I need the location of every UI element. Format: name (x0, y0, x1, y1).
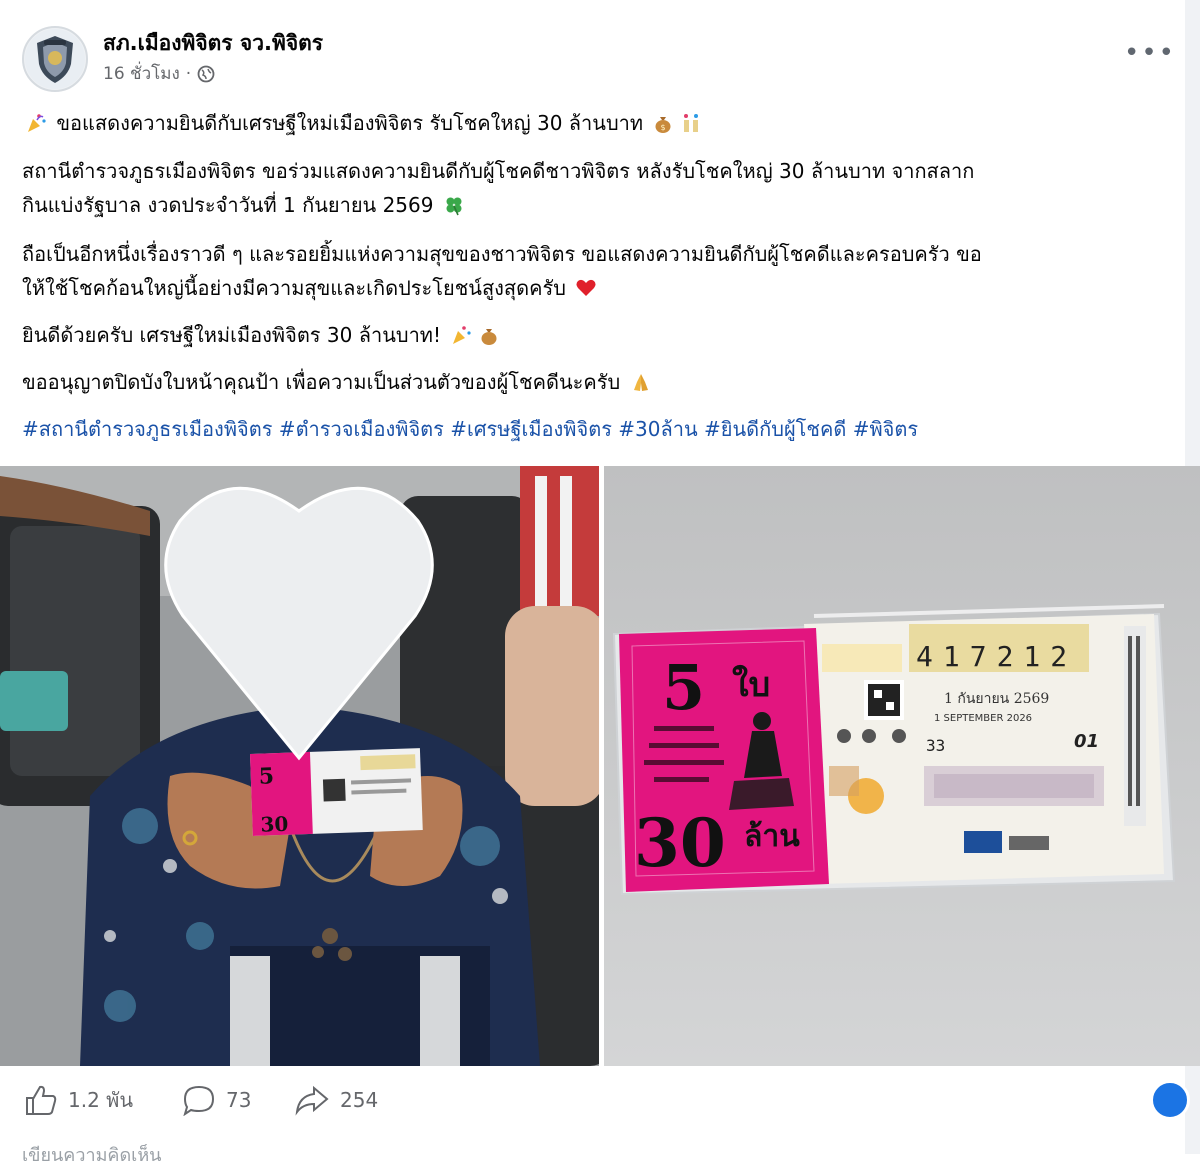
winner-photo-illustration: 5 30 (0, 466, 599, 1066)
party-popper-icon (453, 326, 471, 344)
congrats-text: ยินดีด้วยครับ เศรษฐีใหม่เมืองพิจิตร 30 ล… (22, 323, 441, 347)
money-bag-icon (481, 329, 497, 345)
comment-button[interactable]: 73 (182, 1082, 251, 1118)
small-ticket-prize: 30 (260, 812, 289, 837)
money-bag-icon: $ (655, 117, 671, 133)
tickets-photo-illustration: 5 ใบ 30 ล้าน 417212 1 กันยายน 2569 1 SEP… (604, 466, 1200, 1066)
share-count: 254 (340, 1088, 379, 1112)
ticket-count-unit: ใบ (732, 664, 770, 705)
more-options-icon[interactable]: ••• (1124, 38, 1174, 68)
svg-text:$: $ (661, 123, 666, 132)
photo-lottery-winner[interactable]: 5 30 (0, 466, 599, 1066)
four-leaf-clover-icon (446, 197, 462, 216)
comment-count: 73 (226, 1088, 252, 1112)
police-badge-icon (25, 29, 85, 89)
ticket-prize-amount: 30 (634, 804, 726, 882)
privacy-line: ขออนุญาตปิดบังใบหน้าคุณป้า เพื่อความเป็น… (22, 365, 1170, 399)
paragraph-2-line-2: ให้ใช้โชคก้อนใหญ่นี้อย่างมีความสุขและเกิ… (22, 271, 1170, 305)
like-count: 1.2 พัน (68, 1088, 134, 1112)
photo-lottery-tickets[interactable]: 5 ใบ 30 ล้าน 417212 1 กันยายน 2569 1 SEP… (604, 466, 1200, 1066)
paragraph-2-text: ให้ใช้โชคก้อนใหญ่นี้อย่างมีความสุขและเกิ… (22, 276, 566, 300)
like-button[interactable]: 1.2 พัน (24, 1082, 133, 1118)
reaction-corner-icon[interactable] (1150, 1080, 1190, 1120)
party-popper-icon (28, 114, 46, 132)
hashtags[interactable]: #สถานีตำรวจภูธรเมืองพิจิตร #ตำรวจเมืองพิ… (22, 412, 1170, 446)
globe-icon (197, 65, 215, 82)
privacy-note: ขออนุญาตปิดบังใบหน้าคุณป้า เพื่อความเป็น… (22, 370, 621, 394)
ticket-prize-unit: ล้าน (744, 819, 800, 854)
ticket-period-number: 01 (1074, 731, 1099, 752)
page-avatar[interactable] (22, 26, 88, 92)
paragraph-2-line-1: ถือเป็นอีกหนึ่งเรื่องราวดี ๆ และรอยยิ้มแ… (22, 242, 982, 266)
ticket-set-number: 33 (926, 736, 945, 755)
ticket-draw-date-th: 1 กันยายน 2569 (944, 691, 1049, 707)
paragraph-1-line-2: กินแบ่งรัฐบาล งวดประจำวันที่ 1 กันยายน 2… (22, 188, 1170, 222)
page-name[interactable]: สภ.เมืองพิจิตร จว.พิจิตร (103, 27, 323, 60)
post-headline: ขอแสดงความยินดีกับเศรษฐีใหม่เมืองพิจิตร … (56, 111, 644, 135)
share-button[interactable]: 254 (294, 1082, 378, 1118)
folded-hands-icon (633, 374, 648, 391)
red-heart-icon (576, 279, 596, 296)
post-headline-line: ขอแสดงความยินดีกับเศรษฐีใหม่เมืองพิจิตร … (22, 106, 1170, 140)
facebook-post: สภ.เมืองพิจิตร จว.พิจิตร 16 ชั่วโมง · ••… (0, 0, 1200, 1166)
small-ticket-count: 5 (258, 763, 274, 790)
separator-dot: · (185, 63, 192, 84)
ticket-number: 417212 (916, 640, 1077, 673)
comment-prompt-cut[interactable]: เขียนความคิดเห็น (22, 1140, 161, 1169)
ticket-count-number: 5 (662, 651, 705, 724)
comment-bubble-icon (183, 1085, 215, 1116)
paragraph-1-text: กินแบ่งรัฐบาล งวดประจำวันที่ 1 กันยายน 2… (22, 193, 434, 217)
congrats-line: ยินดีด้วยครับ เศรษฐีใหม่เมืองพิจิตร 30 ล… (22, 318, 1170, 352)
thumbs-up-icon (26, 1085, 57, 1115)
ticket-draw-date-en: 1 SEPTEMBER 2026 (934, 713, 1032, 724)
paragraph-1-line-1: สถานีตำรวจภูธรเมืองพิจิตร ขอร่วมแสดงความ… (22, 159, 975, 183)
post-meta: 16 ชั่วโมง · (103, 60, 215, 87)
post-timestamp[interactable]: 16 ชั่วโมง (103, 60, 180, 87)
share-arrow-icon (295, 1085, 329, 1116)
celebration-icon (684, 114, 699, 132)
